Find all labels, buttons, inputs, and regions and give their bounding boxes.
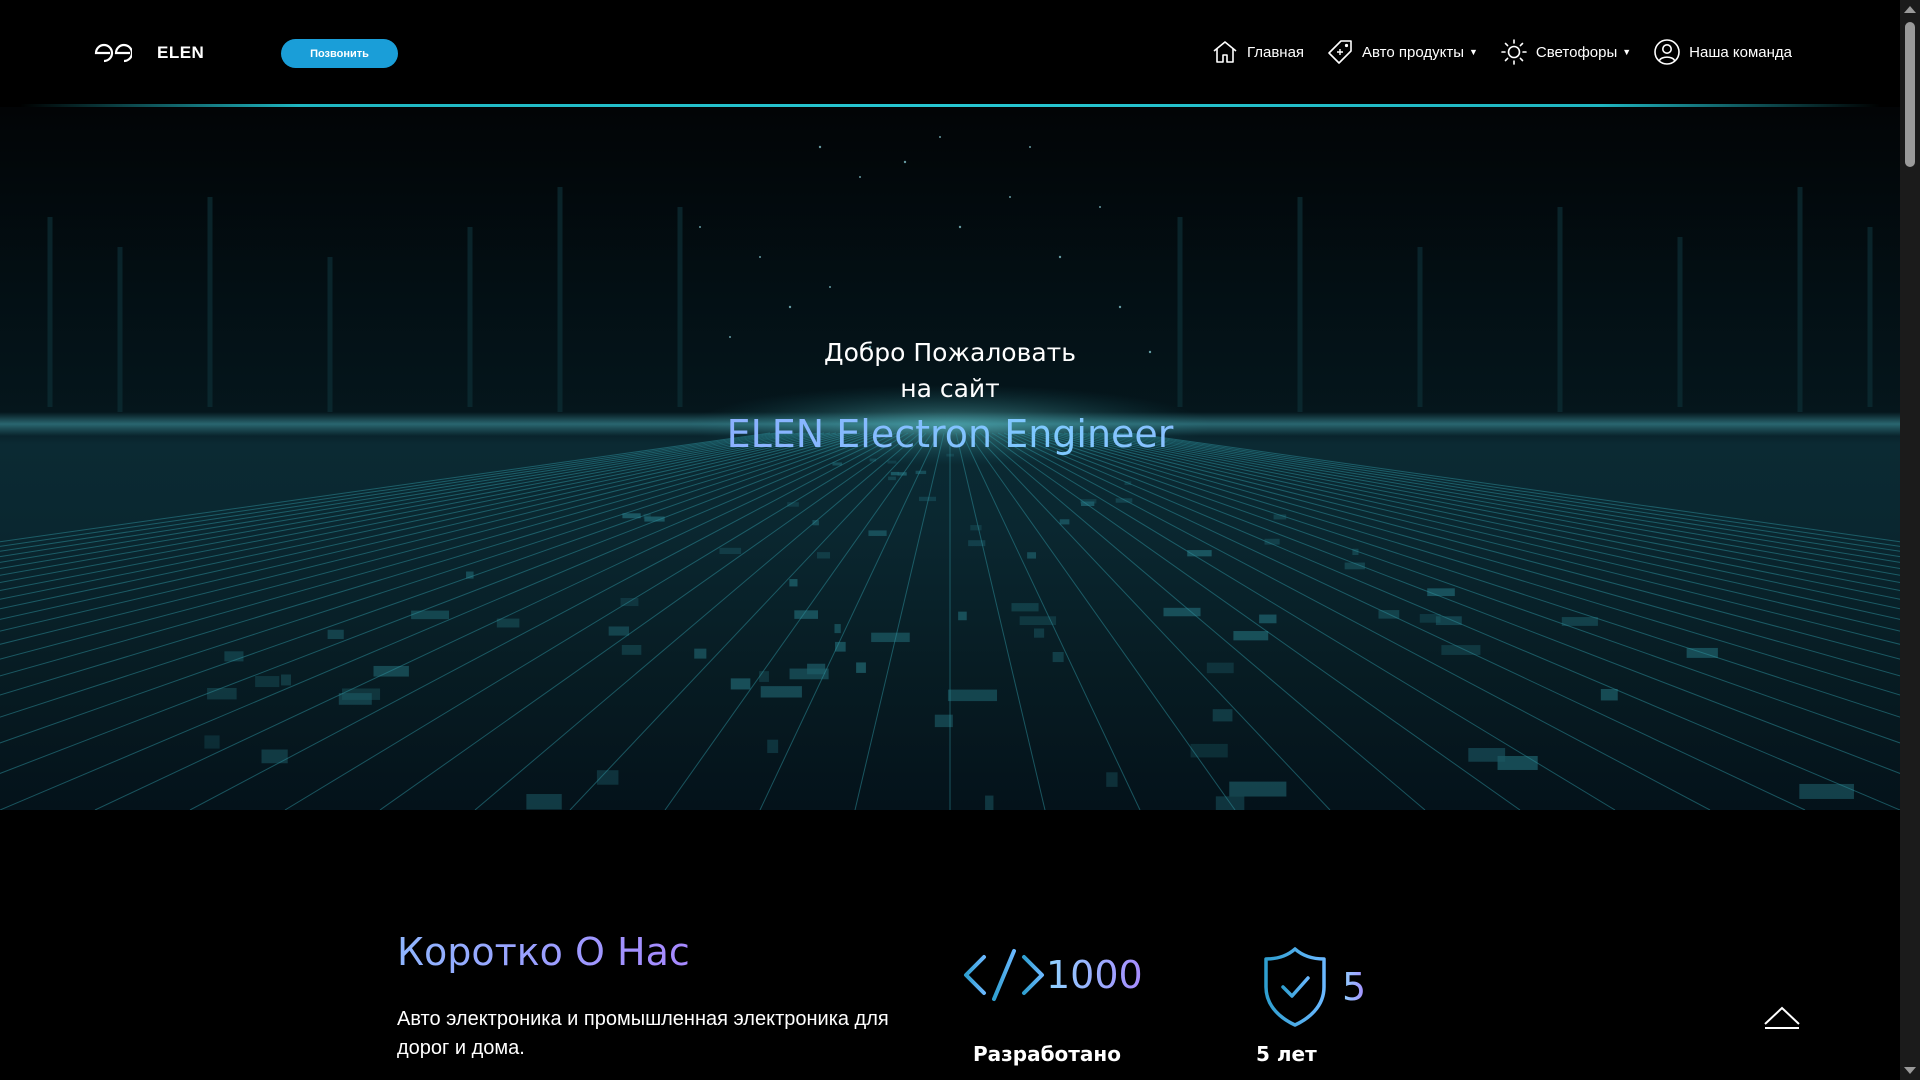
nav-item-auto-products[interactable]: Авто продукты ▼ xyxy=(1326,38,1478,66)
site-header: ELEN Позвонить Главная Авто продукты ▼ С… xyxy=(0,0,1900,107)
hero-section: Добро Пожаловать на сайт ELEN Electron E… xyxy=(0,107,1900,810)
chevron-down-icon: ▼ xyxy=(1469,47,1478,57)
call-button[interactable]: Позвонить xyxy=(281,39,398,68)
stat-developed-value: 1000 xyxy=(1046,953,1143,997)
shield-check-icon xyxy=(1264,947,1326,1027)
elen-logo-icon[interactable] xyxy=(94,40,132,66)
nav-label-traffic-lights: Светофоры xyxy=(1535,43,1618,61)
stat-years-value: 5 xyxy=(1342,965,1367,1009)
stat-developed: 1000 xyxy=(962,945,1143,1005)
stat-years-label: 5 лет xyxy=(1256,1042,1317,1066)
chevron-down-icon: ▼ xyxy=(1622,47,1632,57)
page-scrollbar[interactable] xyxy=(1900,0,1920,1080)
hero-text-block: Добро Пожаловать на сайт ELEN Electron E… xyxy=(0,335,1900,459)
brand-name[interactable]: ELEN xyxy=(157,43,204,63)
tag-icon xyxy=(1328,40,1352,64)
main-nav: Главная Авто продукты ▼ Светофоры ▼ Наша… xyxy=(1211,38,1792,66)
user-icon xyxy=(1654,39,1680,65)
nav-label-home: Главная xyxy=(1246,43,1305,61)
stat-developed-label: Разработано xyxy=(973,1042,1121,1066)
sun-icon xyxy=(1501,39,1527,65)
scroll-up-arrow-icon[interactable] xyxy=(1904,6,1916,13)
stat-years: 5 xyxy=(1260,945,1366,1029)
nav-item-team[interactable]: Наша команда xyxy=(1653,38,1792,66)
hero-subtitle: на сайт xyxy=(900,374,1000,403)
home-icon xyxy=(1213,41,1237,63)
nav-label-auto-products: Авто продукты xyxy=(1362,43,1464,61)
hero-title: ELEN Electron Engineer xyxy=(0,409,1900,459)
nav-item-home[interactable]: Главная xyxy=(1211,38,1304,66)
hero-welcome: Добро Пожаловать xyxy=(824,338,1076,367)
about-text: Авто электроника и промышленная электрон… xyxy=(397,1008,889,1059)
code-icon xyxy=(964,949,1044,1001)
scrollbar-thumb[interactable] xyxy=(1905,22,1915,167)
about-title: Коротко О Нас xyxy=(397,930,690,974)
nav-item-traffic-lights[interactable]: Светофоры ▼ xyxy=(1500,38,1631,66)
scroll-to-top-icon[interactable] xyxy=(1762,1002,1802,1032)
nav-label-team: Наша команда xyxy=(1689,43,1792,61)
scroll-down-arrow-icon[interactable] xyxy=(1904,1067,1916,1074)
